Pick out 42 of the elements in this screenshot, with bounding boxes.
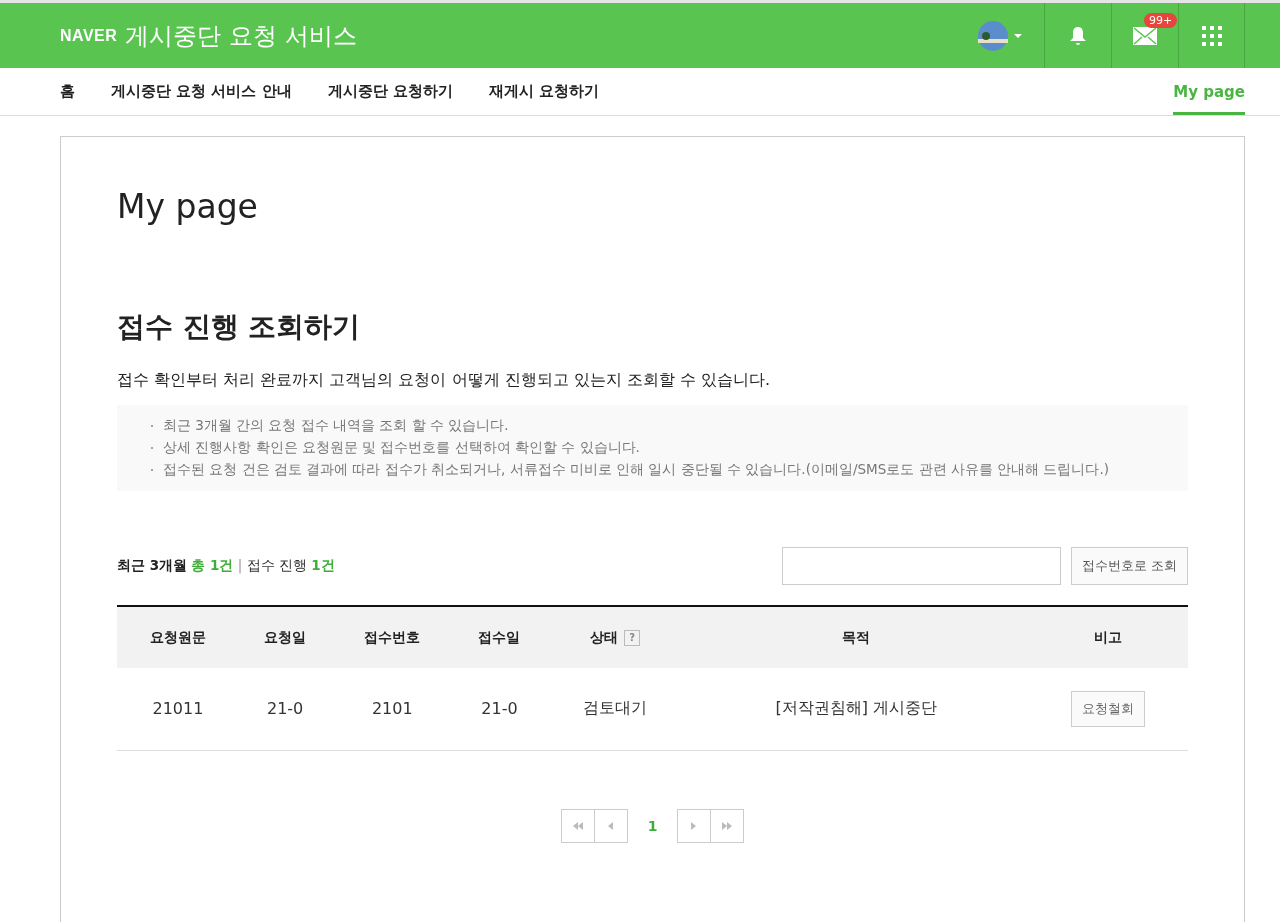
table-cell: 검토대기: [545, 668, 685, 750]
notice-item: 상세 진행사항 확인은 요청원문 및 접수번호를 선택하여 확인할 수 있습니다.: [163, 439, 640, 457]
column-header: 요청원문: [117, 606, 239, 668]
apps-grid-icon[interactable]: [1201, 25, 1222, 46]
nav-tab[interactable]: 게시중단 요청하기: [327, 68, 453, 115]
table-cell: 21-0: [453, 668, 546, 750]
caret-icon[interactable]: [1014, 33, 1022, 38]
previous-page-button[interactable]: [593, 808, 628, 843]
search-field[interactable]: [781, 547, 1061, 585]
nav-tab[interactable]: 게시중단 요청 서비스 안내: [111, 68, 292, 115]
column-header: 목적: [684, 606, 1029, 668]
summary-text: 최근 3개월 총 1건 | 접수 진행 1건: [117, 557, 336, 575]
section-title: 접수 진행 조회하기: [117, 309, 362, 345]
table-cell: 21-0: [238, 668, 332, 750]
notice-item: 접수된 요청 건은 검토 결과에 따라 접수가 취소되거나, 서류접수 미비로 인해 일시 중단될 수 있습니다.(이메일/SMS로도 관련 사유를 안내해 드립니다.): [163, 461, 1109, 479]
column-header: 요청일: [238, 606, 332, 668]
search-button[interactable]: 접수번호로 조회: [1070, 547, 1188, 585]
previous-icon: [608, 821, 613, 830]
next-page-button[interactable]: [676, 808, 711, 843]
first-icon: [572, 821, 583, 830]
page-title: My page: [117, 187, 259, 226]
nav-tab[interactable]: 홈: [60, 68, 75, 115]
table-cell: 21011: [117, 668, 239, 750]
intro-text: 접수 확인부터 처리 완료까지 고객님의 요청이 어떻게 진행되고 있는지 조회할 수 있습니다.: [117, 370, 772, 391]
column-header: 비고: [1028, 606, 1188, 668]
notification-badge: 99+: [1144, 13, 1178, 28]
bell-icon[interactable]: [1069, 25, 1087, 46]
column-header: 접수일: [453, 606, 546, 668]
column-header: 상태 ?: [545, 606, 685, 668]
notice-item: 최근 3개월 간의 요청 접수 내역을 조회 할 수 있습니다.: [163, 417, 509, 435]
mail-icon[interactable]: [1133, 26, 1157, 45]
table-cell: [저작권침해] 게시중단: [684, 668, 1029, 750]
nav-tab[interactable]: 재게시 요청하기: [488, 68, 600, 115]
last-icon: [721, 821, 732, 830]
first-page-button[interactable]: [560, 808, 595, 843]
column-header: 접수번호: [331, 606, 454, 668]
last-page-button[interactable]: [709, 808, 744, 843]
next-icon: [691, 821, 696, 830]
avatar[interactable]: [978, 20, 1008, 51]
service-title: 게시중단 요청 서비스: [125, 20, 358, 52]
table-cell: 2101: [331, 668, 454, 750]
withdraw-button[interactable]: 요청철회: [1071, 690, 1146, 727]
